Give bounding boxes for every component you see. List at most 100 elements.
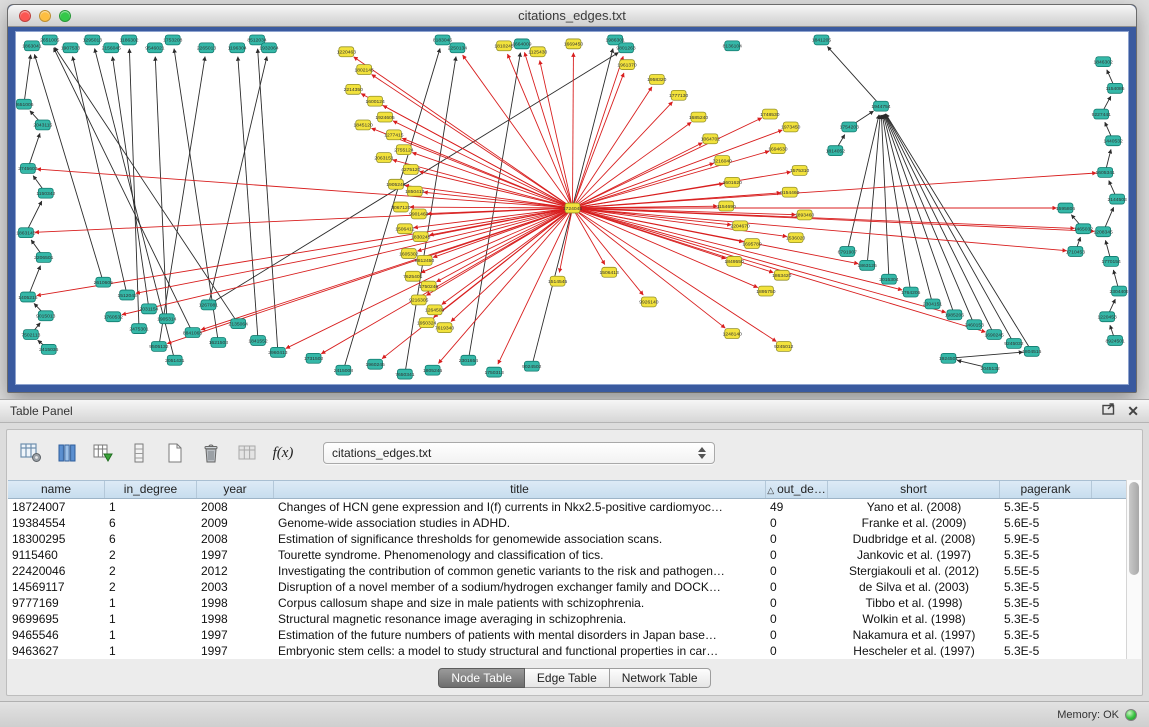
graph-node[interactable]: 1841205 <box>812 35 832 45</box>
graph-node[interactable]: 1958320 <box>647 75 667 85</box>
graph-node[interactable]: 9154460 <box>780 187 800 197</box>
graph-node[interactable]: 1841552 <box>248 336 268 346</box>
graph-node[interactable]: 1277415 <box>384 130 404 140</box>
tab-edge-table[interactable]: Edge Table <box>525 668 610 688</box>
graph-edge[interactable] <box>34 54 103 282</box>
graph-node[interactable]: 2745603 <box>18 164 38 174</box>
graph-node[interactable]: 1754203 <box>840 122 860 132</box>
table-row[interactable]: 977716911998Corpus callosum shape and si… <box>8 595 1126 611</box>
graph-node[interactable]: 1753208 <box>163 35 183 45</box>
graph-node[interactable]: 1575310 <box>790 165 810 175</box>
graph-node[interactable]: 9505132 <box>149 341 169 351</box>
graph-node[interactable]: 1905314 <box>157 314 177 324</box>
graph-node[interactable]: 1220453 <box>1098 312 1118 322</box>
graph-node[interactable]: 1186302 <box>120 35 139 45</box>
graph-node[interactable]: 2031154 <box>139 304 158 314</box>
graph-node[interactable]: 1150342 <box>36 188 55 198</box>
graph-node[interactable]: 1944754 <box>871 101 891 111</box>
tab-network-table[interactable]: Network Table <box>610 668 711 688</box>
graph-node[interactable]: 1295013 <box>83 35 103 45</box>
graph-node[interactable]: 2610605 <box>94 277 114 287</box>
tab-node-table[interactable]: Node Table <box>438 668 525 688</box>
graph-node[interactable]: 1690245 <box>984 330 1004 340</box>
new-document-icon[interactable] <box>161 440 189 466</box>
window-titlebar[interactable]: citations_edges.txt <box>8 5 1136 27</box>
graph-node[interactable]: 1863041 <box>22 41 42 51</box>
graph-node[interactable]: 2045132 <box>980 363 1000 373</box>
graph-node[interactable]: 1267081 <box>199 300 219 310</box>
graph-edge[interactable] <box>405 185 573 208</box>
graph-node[interactable]: 1905246 <box>386 179 406 189</box>
graph-edge[interactable] <box>410 207 573 208</box>
graph-edge[interactable] <box>572 87 651 208</box>
graph-edge[interactable] <box>572 118 761 208</box>
graph-edge[interactable] <box>442 208 573 305</box>
graph-node[interactable]: 2250134 <box>448 43 468 53</box>
graph-node[interactable]: 2415036 <box>39 344 59 354</box>
column-header-year[interactable]: year <box>197 481 274 498</box>
graph-node[interactable]: 1220463 <box>337 47 357 57</box>
graph-node[interactable]: 6791907 <box>838 247 858 257</box>
graph-node[interactable]: 1465032 <box>1074 224 1094 234</box>
graph-node[interactable]: 1621503 <box>209 338 229 348</box>
graph-node[interactable]: 1208345 <box>1094 227 1114 237</box>
graph-node[interactable]: 1830245 <box>411 232 431 242</box>
graph-node[interactable]: 2015304 <box>879 274 899 284</box>
graph-node[interactable]: 9216305 <box>409 295 429 305</box>
graph-node[interactable]: 2156045 <box>102 43 122 53</box>
graph-node[interactable]: 2304151 <box>923 299 943 309</box>
graph-edge[interactable] <box>884 115 954 315</box>
table-row[interactable]: 2242004622012Investigating the contribut… <box>8 563 1126 579</box>
graph-node[interactable]: 1506413 <box>600 267 620 277</box>
graph-edge[interactable] <box>559 208 572 272</box>
graph-edge[interactable] <box>572 208 945 312</box>
graph-node[interactable]: 1506412 <box>395 224 415 234</box>
graph-node[interactable]: 4275120 <box>401 164 421 174</box>
graph-edge[interactable] <box>525 52 573 208</box>
graph-node[interactable]: 1950324 <box>417 318 437 328</box>
graph-node[interactable]: 1154086 <box>1106 83 1125 93</box>
float-panel-icon[interactable] <box>1102 402 1115 420</box>
graph-edge[interactable] <box>885 114 1014 344</box>
graph-node[interactable]: 1863420 <box>772 270 792 280</box>
close-window-button[interactable] <box>19 10 31 22</box>
graph-node[interactable]: 1895750 <box>756 286 776 296</box>
table-inactive-icon[interactable] <box>233 440 261 466</box>
graph-node[interactable]: 1695780 <box>742 239 762 249</box>
graph-node[interactable]: 1154690 <box>717 201 736 211</box>
graph-node[interactable]: 1802145 <box>355 65 375 75</box>
graph-edge[interactable] <box>572 208 1066 251</box>
close-panel-icon[interactable]: ✕ <box>1127 404 1139 418</box>
graph-node[interactable]: 1893460 <box>795 210 815 220</box>
graph-node[interactable]: 3067120 <box>391 202 411 212</box>
graph-node[interactable]: 1777130 <box>669 90 689 100</box>
graph-node[interactable]: 1605302 <box>399 249 419 259</box>
graph-node[interactable]: 1850413 <box>405 186 425 196</box>
graph-node[interactable]: 2651005 <box>40 35 60 45</box>
graph-node[interactable]: 1669450 <box>564 39 584 49</box>
graph-edge[interactable] <box>572 143 702 208</box>
graph-node[interactable]: 1710453 <box>1066 247 1086 257</box>
column-header-name[interactable]: name <box>8 481 105 498</box>
graph-node[interactable]: 1440532 <box>1103 136 1123 146</box>
graph-node[interactable]: 9801263 <box>616 43 636 53</box>
graph-node[interactable]: 1770154 <box>1102 256 1122 266</box>
graph-node[interactable]: 7619340 <box>435 323 455 333</box>
column-visibility-icon[interactable] <box>53 440 81 466</box>
table-mode-icon[interactable] <box>17 440 45 466</box>
graph-node[interactable]: 7650341 <box>395 369 415 379</box>
table-scrollbar-thumb[interactable] <box>1129 482 1139 575</box>
graph-node[interactable]: 9901463 <box>409 209 429 219</box>
zoom-window-button[interactable] <box>59 10 71 22</box>
table-row[interactable]: 1872400712008Changes of HCN gene express… <box>8 499 1126 515</box>
graph-node[interactable]: 2651006 <box>16 99 34 109</box>
graph-node[interactable]: 1760532 <box>104 312 124 322</box>
graph-node[interactable]: 9926140 <box>639 297 659 307</box>
graph-node[interactable]: 2135064 <box>229 319 249 329</box>
graph-node[interactable]: 1961370 <box>617 60 637 70</box>
graph-node[interactable]: 1536020 <box>786 233 806 243</box>
graph-node[interactable]: 2206501 <box>34 252 54 262</box>
graph-node[interactable]: 3216040 <box>713 156 733 166</box>
graph-node[interactable]: 1750246 <box>419 281 439 291</box>
graph-node[interactable]: 1685240 <box>689 112 709 122</box>
